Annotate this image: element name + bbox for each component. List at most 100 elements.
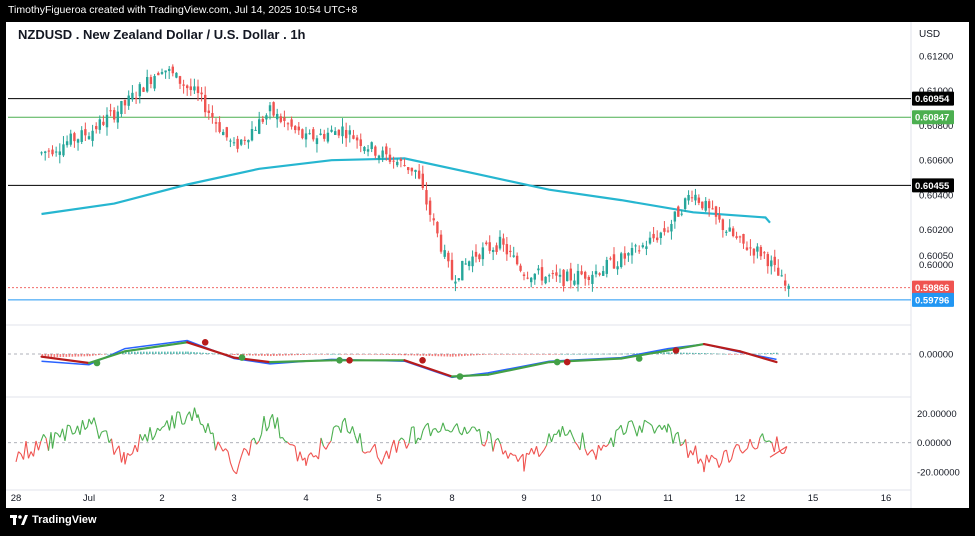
macd-histogram-bar: [382, 354, 385, 355]
oscillator-pane: [8, 407, 911, 475]
candle-body: [439, 234, 443, 252]
oscillator-segment: [408, 427, 413, 444]
candle-body: [355, 137, 359, 141]
oscillator-segment: [296, 451, 301, 462]
macd-histogram-bar: [440, 354, 443, 357]
candle-body: [407, 167, 410, 171]
macd-histogram-bar: [80, 354, 83, 357]
oscillator-segment: [356, 433, 361, 444]
candle-body: [620, 253, 623, 268]
macd-histogram-bar: [585, 353, 587, 355]
candle-body: [594, 271, 598, 275]
oscillator-segment: [535, 446, 540, 457]
macd-histogram-bar: [388, 354, 391, 355]
macd-histogram-bar: [303, 354, 305, 355]
macd-histogram-bar: [497, 354, 499, 355]
chart-canvas[interactable]: 0.600000.600500.602000.604000.606000.608…: [0, 0, 975, 536]
candle-body: [250, 129, 254, 141]
candle-body: [587, 276, 590, 280]
signal-line-segment: [702, 343, 742, 353]
macd-histogram-bar: [104, 354, 106, 355]
oscillator-segment: [110, 438, 115, 455]
candle-body: [687, 194, 690, 201]
oscillator-segment: [32, 440, 37, 457]
oscillator-segment: [746, 438, 751, 449]
oscillator-segment: [227, 451, 232, 464]
oscillator-segment: [725, 450, 730, 463]
oscillator-segment: [378, 459, 382, 465]
candle-body: [261, 118, 264, 122]
signal-line-segment: [186, 341, 236, 359]
candle-body: [623, 253, 626, 259]
time-tick-label: Jul: [83, 493, 95, 504]
macd-histogram-bar: [716, 353, 718, 355]
candle-body: [752, 248, 756, 256]
macd-histogram-bar: [701, 353, 703, 354]
macd-histogram-bar: [425, 354, 428, 356]
oscillator-segment: [510, 452, 514, 456]
candle-body: [491, 250, 495, 253]
time-tick-label: 15: [808, 493, 819, 504]
oscillator-segment: [171, 415, 176, 429]
macd-histogram-bar: [92, 354, 94, 356]
candle-body: [410, 167, 414, 172]
candle-body: [366, 149, 370, 152]
macd-histogram-bar: [340, 354, 343, 355]
tradingview-logo[interactable]: TradingView: [10, 514, 97, 526]
oscillator-segment: [530, 447, 535, 455]
oscillator-segment: [101, 430, 105, 433]
macd-histogram-bar: [506, 354, 508, 355]
candle-body: [211, 112, 214, 118]
macd-line: [41, 339, 777, 379]
oscillator-segment: [769, 440, 773, 444]
oscillator-segment: [644, 419, 648, 423]
macd-histogram-bar: [740, 354, 742, 355]
macd-histogram-bar: [407, 354, 410, 356]
candle-body: [142, 87, 145, 92]
time-tick-label: 9: [521, 493, 526, 504]
time-tick-label: 8: [449, 493, 454, 504]
candle-body: [777, 267, 780, 276]
macd-histogram-bar: [176, 351, 178, 354]
candle-body: [352, 135, 355, 139]
candle-body: [153, 75, 156, 89]
macd-histogram-bar: [288, 354, 290, 356]
macd-histogram-bar: [633, 353, 635, 354]
candle-body: [396, 161, 399, 166]
oscillator-segment: [623, 432, 627, 436]
oscillator-segment: [439, 422, 444, 432]
oscillator-segment: [422, 425, 426, 431]
price-tag-label: 0.60455: [915, 181, 950, 192]
oscillator-segment: [646, 421, 650, 424]
candle-body: [276, 113, 279, 120]
candle-body: [638, 250, 641, 252]
candle-body: [425, 190, 428, 205]
candle-body: [694, 194, 697, 201]
candle-body: [780, 275, 783, 277]
macd-histogram-bar: [458, 354, 460, 357]
candle-body: [522, 274, 526, 276]
macd-histogram-bar: [196, 352, 198, 354]
macd-histogram-bar: [624, 353, 626, 355]
candle-body: [105, 114, 109, 128]
oscillator-segment: [178, 412, 183, 425]
oscillator-segment: [584, 448, 589, 456]
candle-body: [258, 119, 261, 134]
cross-marker: [672, 347, 680, 354]
macd-histogram-bar: [549, 354, 551, 355]
macd-histogram-bar: [722, 353, 724, 355]
candle-body: [421, 173, 424, 188]
macd-histogram-bar: [743, 354, 745, 355]
macd-histogram-bar: [264, 354, 266, 356]
macd-histogram-bar: [74, 354, 77, 357]
oscillator-segment: [730, 448, 735, 460]
macd-histogram-bar: [621, 353, 623, 355]
macd-histogram-bar: [707, 353, 709, 354]
oscillator-segment: [72, 432, 76, 435]
candle-body: [204, 94, 207, 113]
oscillator-segment: [697, 458, 701, 464]
candle-body: [659, 232, 662, 239]
oscillator-segment: [81, 420, 86, 430]
oscillator-segment: [548, 433, 553, 443]
candle-body: [297, 126, 300, 131]
